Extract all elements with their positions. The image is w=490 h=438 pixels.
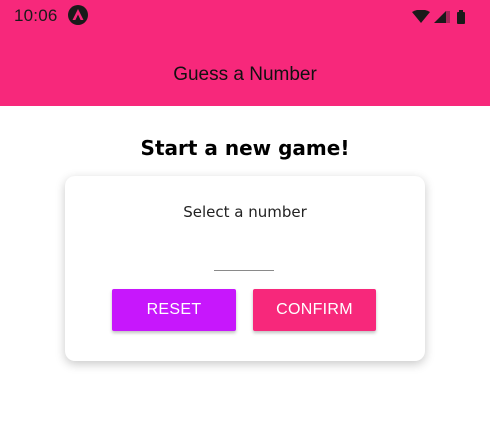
number-input[interactable] xyxy=(214,246,274,271)
app-header: 10:06 Guess a Number xyxy=(0,0,490,106)
status-time: 10:06 xyxy=(14,6,58,25)
reset-button[interactable]: RESET xyxy=(112,289,236,331)
signal-icon xyxy=(434,11,450,23)
app-screen: 10:06 Guess a Number Start a new game! S… xyxy=(0,0,490,438)
confirm-button[interactable]: CONFIRM xyxy=(253,289,376,331)
app-notification-icon xyxy=(68,5,88,25)
wifi-icon xyxy=(412,9,430,23)
app-title: Guess a Number xyxy=(173,64,317,85)
battery-icon xyxy=(457,10,465,24)
start-game-card: Select a number RESET CONFIRM xyxy=(65,176,425,361)
status-bar: 10:06 xyxy=(0,0,490,32)
select-number-label: Select a number xyxy=(183,203,307,221)
status-icons xyxy=(412,9,474,24)
page-heading: Start a new game! xyxy=(140,136,350,160)
